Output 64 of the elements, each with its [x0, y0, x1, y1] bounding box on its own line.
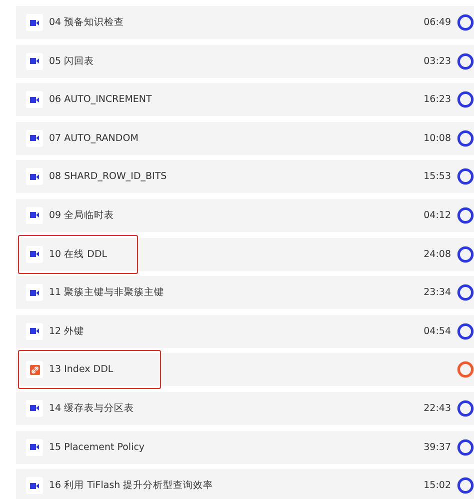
lesson-title: 16 利用 TiFlash 提升分析型查询效率	[49, 479, 214, 492]
video-camera-icon	[30, 251, 39, 258]
video-camera-icon	[30, 212, 39, 218]
lesson-row[interactable]: 10 在线 DDL 24:08	[16, 238, 474, 271]
lesson-duration: 15:53	[424, 171, 451, 182]
lesson-duration: 15:02	[424, 480, 451, 492]
video-camera-icon	[30, 58, 39, 64]
lesson-row[interactable]: 13 Index DDL	[16, 353, 474, 386]
video-camera-icon	[30, 444, 39, 450]
lesson-row[interactable]: 16 利用 TiFlash 提升分析型查询效率 15:02	[16, 469, 474, 499]
link-icon	[30, 364, 40, 375]
lesson-duration: 24:08	[424, 248, 451, 260]
video-camera-icon	[30, 135, 39, 142]
lesson-title: 10 在线 DDL	[49, 248, 108, 261]
lesson-title: 14 缓存表与分区表	[49, 402, 134, 415]
progress-ring-icon	[457, 246, 474, 263]
lesson-duration: 10:08	[424, 132, 451, 144]
video-camera-icon	[30, 290, 39, 296]
lesson-duration: 04:54	[424, 326, 451, 337]
video-camera-icon	[30, 96, 39, 103]
progress-ring-icon	[457, 14, 474, 31]
lesson-row[interactable]: 15 Placement Policy 39:37	[16, 430, 474, 464]
lesson-title: 11 聚簇主键与非聚簇主键	[49, 286, 164, 300]
progress-ring-icon	[457, 400, 474, 417]
video-camera-icon	[30, 20, 39, 26]
lesson-duration: 23:34	[424, 287, 451, 298]
lesson-title: 12 外键	[49, 324, 84, 338]
video-camera-icon	[30, 174, 39, 180]
progress-ring-icon	[457, 361, 474, 378]
lesson-row[interactable]: 06 AUTO_INCREMENT 16:23	[16, 83, 474, 116]
video-camera-icon	[30, 328, 39, 334]
lesson-row[interactable]: 14 缓存表与分区表 22:43	[16, 392, 474, 425]
lesson-title: 09 全局临时表	[49, 208, 114, 222]
lesson-duration: 16:23	[424, 94, 451, 106]
progress-ring-icon	[457, 477, 474, 494]
lesson-row[interactable]: 07 AUTO_RANDOM 10:08	[16, 122, 474, 155]
lesson-duration: 39:37	[424, 442, 451, 453]
lesson-title: 15 Placement Policy	[49, 442, 145, 453]
lesson-duration: 22:43	[424, 402, 451, 414]
lesson-row[interactable]: 11 聚簇主键与非聚簇主键 23:34	[16, 276, 474, 310]
lesson-row[interactable]: 04 预备知识检查 06:49	[16, 6, 474, 39]
lesson-row[interactable]: 05 闪回表 03:23	[16, 44, 474, 78]
lesson-duration: 03:23	[424, 56, 451, 67]
lesson-row[interactable]: 09 全局临时表 04:12	[16, 198, 474, 232]
lesson-title: 06 AUTO_INCREMENT	[49, 94, 152, 106]
lesson-title: 05 闪回表	[49, 54, 94, 68]
progress-ring-icon	[457, 322, 474, 340]
lesson-duration: 06:49	[424, 17, 451, 28]
lesson-title: 08 SHARD_ROW_ID_BITS	[49, 171, 167, 182]
lesson-title: 04 预备知识检查	[49, 16, 124, 29]
lesson-title: 07 AUTO_RANDOM	[49, 132, 138, 144]
video-camera-icon	[30, 482, 39, 489]
progress-ring-icon	[457, 206, 474, 224]
progress-ring-icon	[457, 91, 474, 108]
lesson-row[interactable]: 12 外键 04:54	[16, 314, 474, 348]
progress-ring-icon	[457, 52, 474, 70]
progress-ring-icon	[457, 168, 474, 186]
lesson-title: 13 Index DDL	[49, 364, 114, 376]
video-camera-icon	[30, 405, 39, 412]
progress-ring-icon	[457, 438, 474, 456]
progress-ring-icon	[457, 284, 474, 302]
progress-ring-icon	[457, 130, 474, 147]
lesson-row[interactable]: 08 SHARD_ROW_ID_BITS 15:53	[16, 160, 474, 194]
lesson-duration: 04:12	[424, 210, 451, 221]
